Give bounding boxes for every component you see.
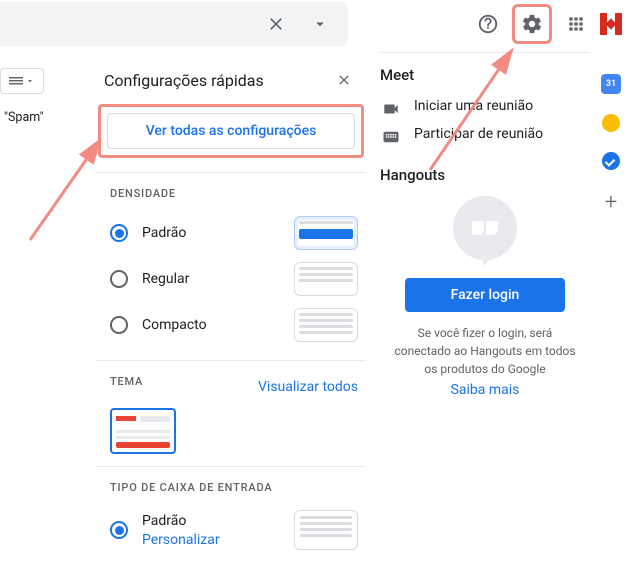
meet-start-meeting[interactable]: Iniciar uma reunião <box>380 94 590 122</box>
customize-inbox-link[interactable]: Personalizar <box>142 532 220 548</box>
meet-row-label: Participar de reunião <box>414 126 543 142</box>
divider <box>380 52 590 53</box>
panel-title: Configurações rápidas <box>104 71 264 90</box>
keyboard-icon <box>9 77 23 85</box>
locale-flag-icon[interactable] <box>600 13 622 35</box>
note-text: Se você fizer o login, será conectado ao… <box>394 326 575 376</box>
density-thumbnail <box>294 216 358 250</box>
theme-view-all-link[interactable]: Visualizar todos <box>258 379 358 395</box>
get-addons-icon[interactable]: + <box>605 190 617 215</box>
radio-icon <box>110 270 128 288</box>
inbox-type-section: TIPO DE CAIXA DE ENTRADA Padrão Personal… <box>96 466 366 562</box>
option-label: Padrão <box>142 225 186 241</box>
input-tools-button[interactable] <box>0 68 44 94</box>
settings-gear-icon[interactable] <box>515 7 549 41</box>
help-icon[interactable] <box>468 4 508 44</box>
keep-addon-icon[interactable] <box>602 114 620 132</box>
hangouts-logo-icon <box>453 196 517 260</box>
hangouts-login-button[interactable]: Fazer login <box>405 278 565 312</box>
top-right-controls <box>468 4 622 44</box>
section-title: TEMA <box>110 375 143 388</box>
quick-settings-panel: Configurações rápidas Ver todas as confi… <box>96 62 366 572</box>
theme-thumbnail-selected[interactable] <box>110 408 176 454</box>
view-all-settings-button[interactable]: Ver todas as configurações <box>107 113 355 149</box>
side-addon-rail: + <box>592 60 630 215</box>
option-label: Compacto <box>142 317 207 333</box>
option-label: Regular <box>142 271 189 287</box>
meet-heading: Meet <box>380 66 590 84</box>
density-option-comfortable[interactable]: Regular <box>110 256 358 302</box>
theme-section: TEMA Visualizar todos <box>96 360 366 466</box>
spam-filter-chip[interactable]: "Spam" <box>4 110 82 125</box>
close-panel-icon[interactable] <box>330 66 358 94</box>
keyboard-icon <box>380 126 402 146</box>
hangouts-heading: Hangouts <box>380 166 590 184</box>
video-camera-icon <box>380 98 402 118</box>
density-option-compact[interactable]: Compacto <box>110 302 358 348</box>
search-options-dropdown-icon[interactable] <box>300 4 340 44</box>
radio-icon <box>110 521 128 539</box>
section-title: DENSIDADE <box>110 187 358 200</box>
learn-more-link[interactable]: Saiba mais <box>390 380 580 401</box>
radio-icon <box>110 316 128 334</box>
apps-grid-icon[interactable] <box>556 4 596 44</box>
inbox-type-default[interactable]: Padrão Personalizar <box>110 504 358 550</box>
option-label: Padrão <box>142 513 220 529</box>
radio-icon <box>110 224 128 242</box>
meet-row-label: Iniciar uma reunião <box>414 98 533 114</box>
density-section: DENSIDADE Padrão Regular Compacto <box>96 172 366 360</box>
clear-search-icon[interactable] <box>256 4 296 44</box>
tasks-addon-icon[interactable] <box>602 152 620 170</box>
search-bar[interactable] <box>0 2 348 46</box>
meet-hangouts-column: Meet Iniciar uma reunião Participar de r… <box>380 60 590 401</box>
hangouts-login-note: Se você fizer o login, será conectado ao… <box>380 324 590 401</box>
settings-button-highlight <box>512 4 552 44</box>
left-sidebar-fragment: "Spam" ividade da : há 6 dias Detalhes <box>0 60 86 125</box>
density-option-default[interactable]: Padrão <box>110 210 358 256</box>
density-thumbnail <box>294 308 358 342</box>
density-thumbnail <box>294 262 358 296</box>
top-bar <box>0 0 630 48</box>
inbox-thumbnail <box>294 510 358 550</box>
calendar-addon-icon[interactable] <box>601 74 621 94</box>
chevron-down-icon <box>25 76 35 86</box>
meet-join-meeting[interactable]: Participar de reunião <box>380 122 590 150</box>
section-title: TIPO DE CAIXA DE ENTRADA <box>110 481 358 494</box>
view-all-settings-highlight: Ver todas as configurações <box>98 104 364 158</box>
